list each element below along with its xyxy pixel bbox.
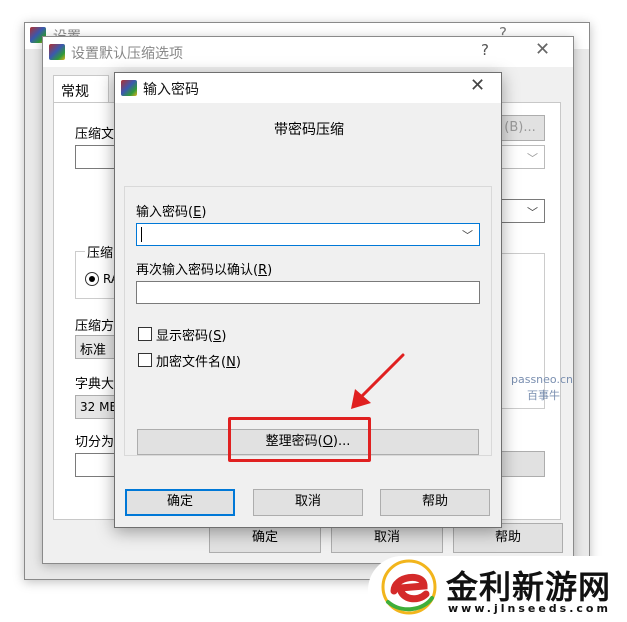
show-password-label: 显示密码(S) <box>156 329 227 344</box>
password-cancel-label: 取消 <box>294 494 321 509</box>
dict-label: 字典大 <box>75 377 115 392</box>
password-ok-label: 确定 <box>166 494 193 509</box>
split-label: 切分为 <box>75 435 115 450</box>
compression-titlebar: 设置默认压缩选项 ? ✕ <box>43 37 573 67</box>
password-close-button[interactable]: ✕ <box>470 75 485 96</box>
annotation-highlight-box <box>228 417 371 462</box>
confirm-password-input[interactable] <box>136 281 480 304</box>
compression-close-button[interactable]: ✕ <box>535 39 550 60</box>
method-value: 标准 <box>80 343 107 358</box>
compression-help-button[interactable]: ? <box>481 41 489 59</box>
compression-help-label: 帮助 <box>494 530 521 545</box>
method-select[interactable]: 标准 <box>75 335 119 359</box>
method-label: 压缩方 <box>75 319 115 334</box>
compression-cancel-label: 取消 <box>373 530 400 545</box>
radio-rar[interactable] <box>85 272 99 286</box>
watermark-name: 百事牛 <box>527 389 560 402</box>
chevron-down-icon: ﹀ <box>527 152 538 165</box>
split-field[interactable] <box>75 453 119 477</box>
compression-ok-label: 确定 <box>251 530 278 545</box>
password-titlebar: 输入密码 ✕ <box>115 73 501 103</box>
password-cancel-button[interactable]: 取消 <box>253 489 363 516</box>
password-label: 输入密码(E) <box>136 205 207 220</box>
password-ok-button[interactable]: 确定 <box>125 489 235 516</box>
show-password-text: 显示密码 <box>156 329 209 344</box>
confirm-password-label: 再次输入密码以确认(R) <box>136 263 273 278</box>
password-dialog-title: 输入密码 <box>143 82 199 98</box>
watermark-site: passneo.cn <box>511 373 573 386</box>
brand-logo-icon <box>381 559 437 615</box>
chevron-down-icon[interactable]: ﹀ <box>462 227 473 243</box>
tab-general-label: 常规 <box>61 84 89 100</box>
format-group-label: 压缩 <box>85 242 116 261</box>
confirm-hotkey: R <box>258 263 268 278</box>
chevron-down-icon: ﹀ <box>527 206 538 219</box>
password-hotkey: E <box>193 205 202 220</box>
encrypt-filenames-label: 加密文件名(N) <box>156 355 241 370</box>
winrar-icon <box>121 80 137 96</box>
radio-dot-icon <box>89 276 95 282</box>
tab-general[interactable]: 常规 <box>53 75 109 103</box>
password-help-button[interactable]: 帮助 <box>380 489 490 516</box>
compression-title: 设置默认压缩选项 <box>71 46 183 62</box>
annotation-arrow-icon <box>351 353 405 409</box>
split-right-field[interactable] <box>495 451 545 477</box>
encrypt-filenames-text: 加密文件名 <box>156 355 222 370</box>
password-dialog: 输入密码 ✕ 带密码压缩 输入密码(E) ﹀ 再次输入密码以确认(R) 显示密码… <box>114 72 502 528</box>
confirm-label-text: 再次输入密码以确认 <box>136 263 254 278</box>
winrar-icon <box>49 44 65 60</box>
browse-label: (B)... <box>504 120 536 135</box>
show-password-hotkey: S <box>213 329 222 344</box>
password-heading: 带密码压缩 <box>274 122 344 138</box>
brand-url: www.jlnseeds.com <box>448 602 611 615</box>
dict-value: 32 MB <box>80 400 118 414</box>
encrypt-filenames-checkbox[interactable] <box>138 353 152 367</box>
show-password-checkbox[interactable] <box>138 327 152 341</box>
dict-select[interactable]: 32 MB <box>75 395 119 419</box>
encrypt-filenames-hotkey: N <box>226 355 236 370</box>
brand-watermark: 金利新游网 www.jlnseeds.com <box>368 556 627 622</box>
password-input[interactable]: ﹀ <box>136 223 480 246</box>
profile-dropdown[interactable]: ﹀ <box>495 199 545 223</box>
text-caret <box>141 227 142 242</box>
archive-name-dropdown[interactable]: ﹀ <box>495 145 545 169</box>
password-help-label: 帮助 <box>421 494 448 509</box>
archive-name-label: 压缩文 <box>75 127 115 142</box>
password-label-text: 输入密码 <box>136 205 189 220</box>
